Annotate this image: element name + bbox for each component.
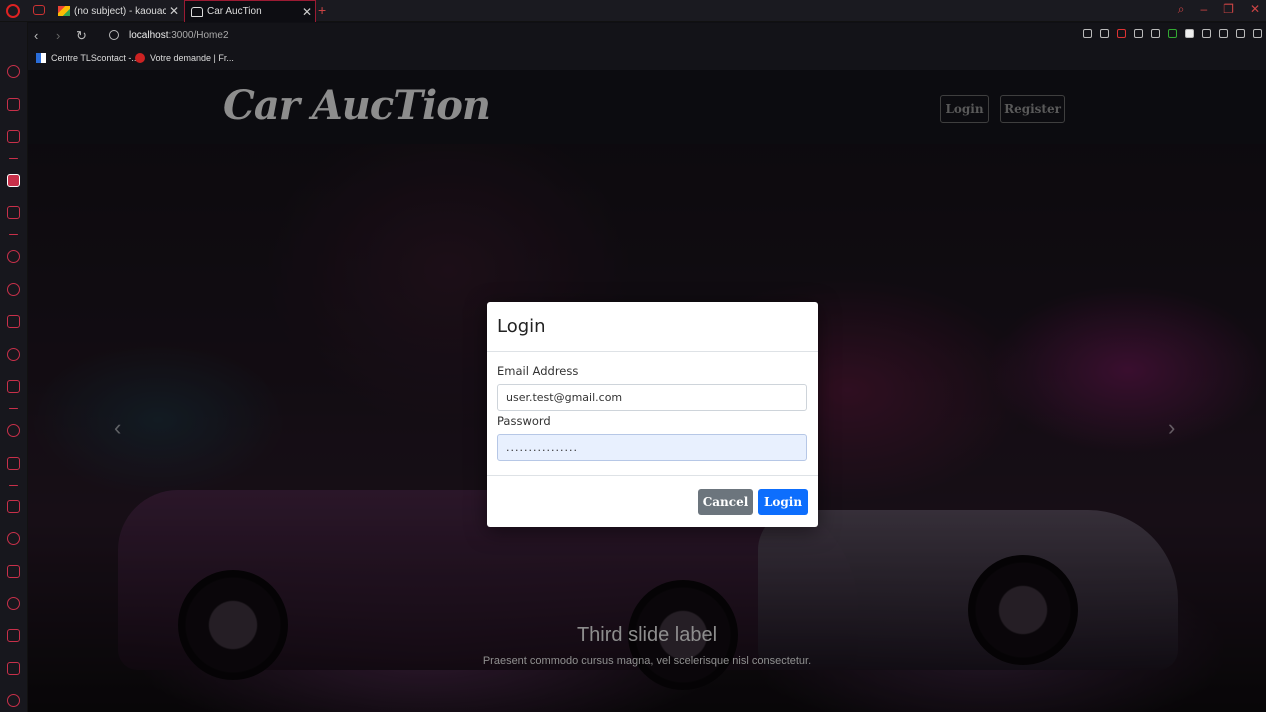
twitch-icon[interactable] [7,130,20,143]
login-modal: Login Email Address Password Cancel Logi… [487,302,818,527]
web-page: ‹ › Third slide label Praesent commodo c… [28,70,1266,712]
camera-icon[interactable] [1100,29,1109,38]
car-icon [191,6,203,17]
sidebar-divider [9,158,18,159]
flow-icon[interactable] [1134,29,1143,38]
settings-icon[interactable] [7,694,20,707]
back-icon[interactable]: ‹ [34,28,38,43]
bookmark-label: Centre TLScontact -... [51,53,139,63]
site-info-icon[interactable] [109,30,119,40]
window-controls: ⌕ – ❐ ✕ [1178,2,1260,17]
bookmark-item[interactable]: Votre demande | Fr... [135,53,234,63]
address-bar: ‹ › ↻ localhost:3000/Home2 [28,23,1266,49]
modal-footer: Cancel Login [487,477,818,527]
edit-icon[interactable] [1083,29,1092,38]
shopping-icon[interactable] [7,98,20,111]
download-icon[interactable] [1219,29,1228,38]
shield-icon[interactable] [1117,29,1126,38]
tab-label: Car AucTion [207,6,262,17]
whatsapp-icon[interactable] [7,283,20,296]
extension-icons [1083,29,1262,38]
reload-icon[interactable]: ↻ [76,28,87,44]
bookmark-item[interactable]: Centre TLScontact -... [36,53,139,63]
tab-label: (no subject) - kaouachime [74,5,166,17]
extension-icon[interactable] [1185,29,1194,38]
password-label: Password [497,414,551,428]
battery-icon[interactable] [1236,29,1245,38]
close-icon[interactable]: ✕ [1250,2,1260,17]
cube-icon[interactable] [1202,29,1211,38]
notes-icon[interactable] [7,565,20,578]
tab-close-icon[interactable]: ✕ [299,5,315,19]
news-icon[interactable] [7,206,20,219]
heart-icon[interactable] [1151,29,1160,38]
modal-title: Login [497,316,546,337]
tab-close-icon[interactable]: ✕ [166,4,182,18]
discord-icon[interactable] [7,380,20,393]
url-path: :3000/Home2 [168,30,229,41]
workspaces-icon[interactable] [7,500,20,513]
browser-tab-gmail[interactable]: (no subject) - kaouachime ✕ [52,0,182,22]
cancel-button[interactable]: Cancel [698,489,753,515]
messenger-icon[interactable] [7,250,20,263]
login-button[interactable]: Login [758,489,808,515]
speed-dial-icon[interactable] [7,65,20,78]
password-field[interactable] [497,434,807,461]
new-tab-button[interactable]: + [318,2,326,18]
forward-icon[interactable]: › [56,28,60,43]
home-icon[interactable] [7,174,20,187]
gmail-icon [58,6,70,16]
bookmark-label: Votre demande | Fr... [150,53,234,63]
twitter-icon[interactable] [7,348,20,361]
modal-body: Email Address Password [487,352,818,476]
email-field[interactable] [497,384,807,411]
sidebar-divider [9,408,18,409]
bookmarks-bar: Centre TLScontact -... Votre demande | F… [28,49,1266,70]
bookmark-favicon-icon [135,53,145,63]
player-icon[interactable] [7,424,20,437]
url-host: localhost [129,30,169,41]
history-icon[interactable] [7,597,20,610]
sidebar-divider [9,485,18,486]
menu-icon[interactable] [1253,29,1262,38]
send-icon[interactable] [7,457,20,470]
tab-overview-icon[interactable] [33,5,45,15]
restore-icon[interactable]: ❐ [1223,2,1234,17]
email-label: Email Address [497,364,579,378]
heart-icon[interactable] [7,532,20,545]
search-icon[interactable]: ⌕ [1178,2,1185,17]
browser-tab-bar: (no subject) - kaouachime ✕ Car AucTion … [0,0,1266,22]
opera-sidebar [0,22,28,712]
opera-logo-icon[interactable] [6,4,20,18]
bookmark-favicon-icon [36,53,46,63]
instagram-icon[interactable] [7,315,20,328]
url-field[interactable]: localhost:3000/Home2 [129,30,229,41]
modal-header: Login [487,302,818,352]
sidebar-divider [9,234,18,235]
extensions-icon[interactable] [7,662,20,675]
download-icon[interactable] [7,629,20,642]
vpn-icon[interactable] [1168,29,1177,38]
browser-tab-car-auction[interactable]: Car AucTion ✕ [184,0,316,22]
minimize-icon[interactable]: – [1200,2,1207,17]
